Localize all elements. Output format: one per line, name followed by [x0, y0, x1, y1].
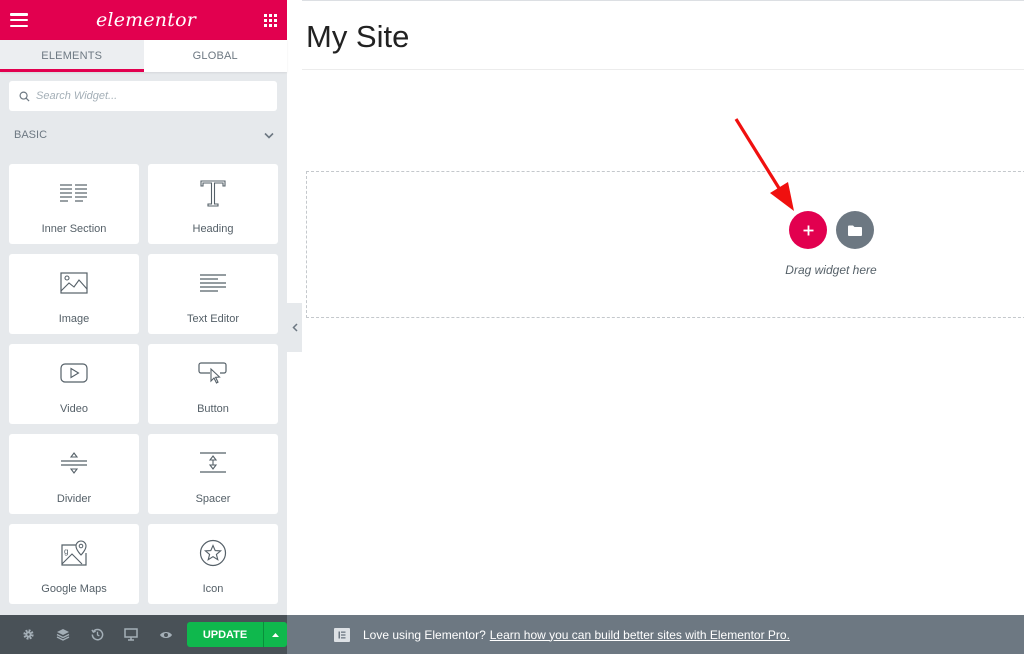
notice-text: Love using Elementor? [363, 627, 486, 642]
widget-spacer[interactable]: Spacer [148, 434, 278, 514]
menu-icon[interactable] [10, 13, 28, 27]
search-widget-input[interactable] [36, 90, 256, 102]
tab-elements[interactable]: Elements [0, 40, 144, 72]
video-icon [58, 357, 90, 389]
drag-widget-hint: Drag widget here [785, 263, 877, 277]
image-icon [58, 267, 90, 299]
notice-link[interactable]: Learn how you can build better sites wit… [490, 628, 790, 642]
widget-label: Heading [192, 223, 234, 235]
heading-icon [197, 177, 229, 209]
update-group: Update [187, 622, 288, 647]
history-icon[interactable] [80, 615, 114, 654]
elementor-logo: elementor [95, 9, 197, 31]
widget-label: Divider [56, 493, 92, 505]
site-header: My Site [302, 0, 1024, 70]
plus-icon [803, 225, 813, 235]
category-basic[interactable]: Basic [14, 126, 274, 144]
widget-heading[interactable]: Heading [148, 164, 278, 244]
update-button[interactable]: Update [187, 622, 264, 647]
google-maps-icon: g [58, 537, 90, 569]
settings-icon[interactable] [11, 615, 45, 654]
caret-up-icon [272, 632, 280, 637]
widget-divider[interactable]: Divider [9, 434, 139, 514]
update-options-button[interactable] [263, 622, 288, 647]
button-icon [197, 357, 229, 389]
inner-section-icon [58, 177, 90, 209]
tab-global[interactable]: Global [144, 40, 288, 72]
widget-label: Google Maps [41, 583, 107, 595]
panel-footer: Update [0, 615, 288, 654]
preview-icon[interactable] [149, 615, 183, 654]
chevron-left-icon [291, 323, 298, 332]
responsive-icon[interactable] [114, 615, 148, 654]
pro-notice-bar: Love using Elementor? Learn how you can … [287, 615, 1024, 654]
widget-label: Video [60, 403, 88, 415]
search-icon [19, 91, 30, 102]
widget-inner-section[interactable]: Inner Section [9, 164, 139, 244]
widgets-grid-icon[interactable] [264, 13, 277, 27]
widget-video[interactable]: Video [9, 344, 139, 424]
widget-image[interactable]: Image [9, 254, 139, 334]
site-title: My Site [306, 19, 410, 54]
search-widget-box [9, 81, 277, 111]
widget-google-maps[interactable]: g Google Maps [9, 524, 139, 604]
panel-header: elementor [0, 0, 287, 40]
folder-icon [848, 225, 862, 236]
chevron-down-icon [264, 132, 274, 139]
widget-text-editor[interactable]: Text Editor [148, 254, 278, 334]
elementor-panel: elementor Elements Global Basic Inner Se… [0, 0, 288, 654]
widget-label: Image [58, 313, 90, 325]
category-title: Basic [14, 129, 48, 141]
drop-zone[interactable] [306, 171, 1024, 318]
widget-label: Spacer [195, 493, 231, 505]
navigator-icon[interactable] [45, 615, 79, 654]
divider-icon [58, 447, 90, 479]
widget-label: Button [197, 403, 229, 415]
elementor-icon [334, 627, 350, 642]
widget-button[interactable]: Button [148, 344, 278, 424]
widget-label: Text Editor [187, 313, 239, 325]
star-icon [197, 537, 229, 569]
spacer-icon [197, 447, 229, 479]
widget-label: Icon [202, 583, 224, 595]
widget-label: Inner Section [41, 223, 107, 235]
panel-tabs: Elements Global [0, 40, 287, 72]
add-template-button[interactable] [836, 211, 874, 249]
widget-icon[interactable]: Icon [148, 524, 278, 604]
collapse-panel-button[interactable] [287, 303, 302, 352]
preview-canvas: My Site Drag widget here [302, 0, 1024, 615]
text-editor-icon [197, 267, 229, 299]
add-section-button[interactable] [789, 211, 827, 249]
svg-text:g: g [64, 547, 68, 556]
widget-grid: Inner Section Heading Image Text Editor … [9, 164, 278, 604]
